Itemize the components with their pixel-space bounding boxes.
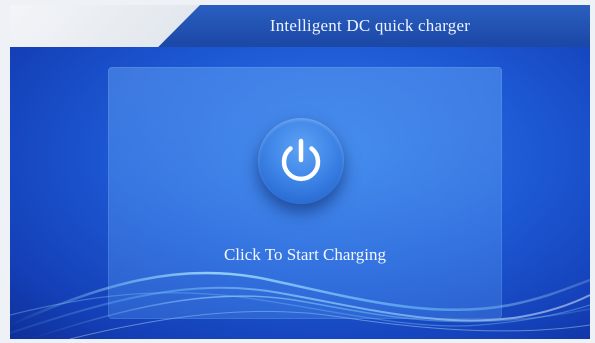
power-icon [281, 138, 321, 182]
header-corner-accent [10, 5, 200, 47]
charger-device-frame: Intelligent DC quick charger Click To St… [0, 0, 595, 343]
page-title: Intelligent DC quick charger [269, 16, 471, 35]
header-bar: Intelligent DC quick charger [10, 5, 590, 47]
start-charging-label[interactable]: Click To Start Charging [108, 245, 502, 265]
charger-screen: Intelligent DC quick charger Click To St… [10, 5, 590, 339]
start-charging-button[interactable] [258, 118, 344, 204]
